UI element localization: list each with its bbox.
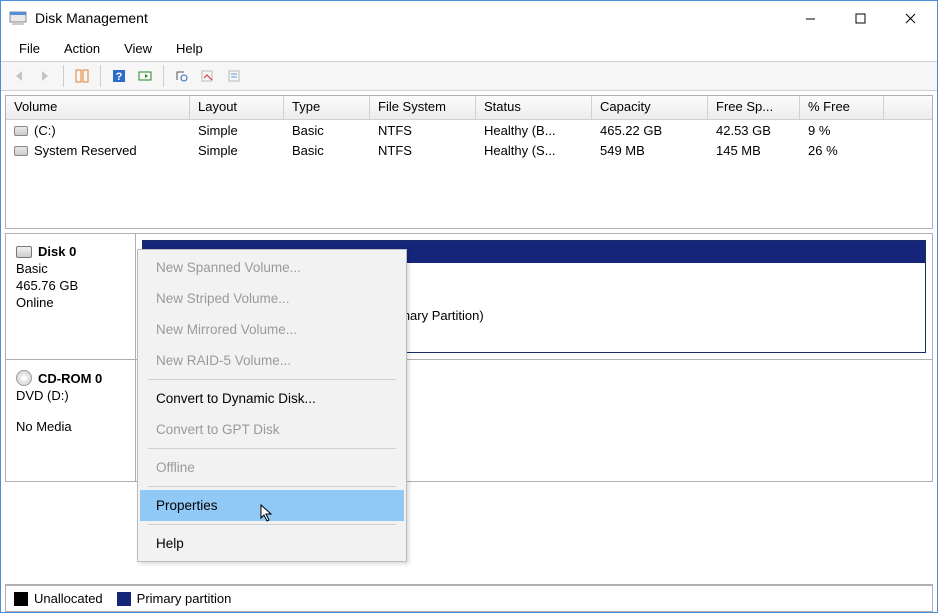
cursor-icon (260, 504, 274, 525)
window-controls (787, 3, 933, 33)
volume-cell-pctfree: 26 % (800, 142, 884, 159)
menu-separator (148, 486, 396, 487)
toolbar: ? (1, 61, 937, 91)
volume-cell-layout: Simple (190, 122, 284, 139)
app-icon (9, 9, 27, 27)
refresh-icon[interactable] (170, 64, 194, 88)
column-header-volume[interactable]: Volume (6, 96, 190, 119)
volume-cell-name: (C:) (6, 122, 190, 139)
menu-convert-gpt: Convert to GPT Disk (140, 414, 404, 445)
volume-cell-capacity: 465.22 GB (592, 122, 708, 139)
disk-state: No Media (16, 419, 125, 434)
legend-label-primary: Primary partition (137, 591, 232, 606)
window-title: Disk Management (35, 10, 787, 26)
menu-new-spanned-volume: New Spanned Volume... (140, 252, 404, 283)
minimize-button[interactable] (787, 3, 833, 33)
action-icon[interactable] (133, 64, 157, 88)
settings-list-icon[interactable] (196, 64, 220, 88)
menu-help[interactable]: Help (166, 39, 213, 58)
disk-icon (16, 246, 32, 258)
column-header-type[interactable]: Type (284, 96, 370, 119)
volume-cell-freespace: 42.53 GB (708, 122, 800, 139)
volume-cell-name: System Reserved (6, 142, 190, 159)
menu-new-striped-volume: New Striped Volume... (140, 283, 404, 314)
forward-button[interactable] (33, 64, 57, 88)
menu-help[interactable]: Help (140, 528, 404, 559)
column-header-freespace[interactable]: Free Sp... (708, 96, 800, 119)
column-header-filesystem[interactable]: File System (370, 96, 476, 119)
back-button[interactable] (7, 64, 31, 88)
volume-list-body[interactable]: (C:) Simple Basic NTFS Healthy (B... 465… (6, 120, 932, 228)
menu-view[interactable]: View (114, 39, 162, 58)
show-hide-console-icon[interactable] (70, 64, 94, 88)
menu-new-mirrored-volume: New Mirrored Volume... (140, 314, 404, 345)
legend-label-unallocated: Unallocated (34, 591, 103, 606)
disk-info-pane[interactable]: Disk 0 Basic 465.76 GB Online (6, 234, 136, 359)
column-header-capacity[interactable]: Capacity (592, 96, 708, 119)
column-header-layout[interactable]: Layout (190, 96, 284, 119)
volume-cell-freespace: 145 MB (708, 142, 800, 159)
disk-name: Disk 0 (16, 244, 125, 259)
volume-cell-filesystem: NTFS (370, 142, 476, 159)
toolbar-separator (63, 65, 64, 87)
menu-new-raid5-volume: New RAID-5 Volume... (140, 345, 404, 376)
volume-row[interactable]: System Reserved Simple Basic NTFS Health… (6, 140, 932, 160)
disk-management-window: Disk Management File Action View Help ? … (0, 0, 938, 613)
column-header-blank (884, 96, 932, 119)
column-header-pctfree[interactable]: % Free (800, 96, 884, 119)
column-header-status[interactable]: Status (476, 96, 592, 119)
svg-text:?: ? (116, 71, 123, 83)
toolbar-separator (163, 65, 164, 87)
volume-list-header: Volume Layout Type File System Status Ca… (6, 96, 932, 120)
menu-convert-dynamic[interactable]: Convert to Dynamic Disk... (140, 383, 404, 414)
menu-file[interactable]: File (9, 39, 50, 58)
legend-swatch-primary (117, 592, 131, 606)
disk-type: DVD (D:) (16, 388, 125, 403)
help-icon[interactable]: ? (107, 64, 131, 88)
volume-cell-status: Healthy (B... (476, 122, 592, 139)
disk-size: 465.76 GB (16, 278, 125, 293)
volume-cell-layout: Simple (190, 142, 284, 159)
menu-separator (148, 379, 396, 380)
maximize-button[interactable] (837, 3, 883, 33)
volume-cell-capacity: 549 MB (592, 142, 708, 159)
properties-icon[interactable] (222, 64, 246, 88)
disk-context-menu: New Spanned Volume... New Striped Volume… (137, 249, 407, 562)
legend-bar: Unallocated Primary partition (5, 584, 933, 612)
drive-icon (14, 146, 28, 156)
legend-swatch-unallocated (14, 592, 28, 606)
menu-action[interactable]: Action (54, 39, 110, 58)
volume-cell-pctfree: 9 % (800, 122, 884, 139)
menu-bar: File Action View Help (1, 35, 937, 61)
close-button[interactable] (887, 3, 933, 33)
volume-cell-filesystem: NTFS (370, 122, 476, 139)
volume-list-panel: Volume Layout Type File System Status Ca… (5, 95, 933, 229)
title-bar: Disk Management (1, 1, 937, 35)
disk-name: CD-ROM 0 (16, 370, 125, 386)
menu-properties[interactable]: Properties (140, 490, 404, 521)
menu-offline: Offline (140, 452, 404, 483)
cdrom-icon (16, 370, 32, 386)
disk-state: Online (16, 295, 125, 310)
volume-row[interactable]: (C:) Simple Basic NTFS Healthy (B... 465… (6, 120, 932, 140)
volume-cell-type: Basic (284, 142, 370, 159)
menu-separator (148, 448, 396, 449)
disk-type: Basic (16, 261, 125, 276)
volume-cell-status: Healthy (S... (476, 142, 592, 159)
drive-icon (14, 126, 28, 136)
volume-cell-type: Basic (284, 122, 370, 139)
toolbar-separator (100, 65, 101, 87)
disk-info-pane[interactable]: CD-ROM 0 DVD (D:) No Media (6, 360, 136, 481)
